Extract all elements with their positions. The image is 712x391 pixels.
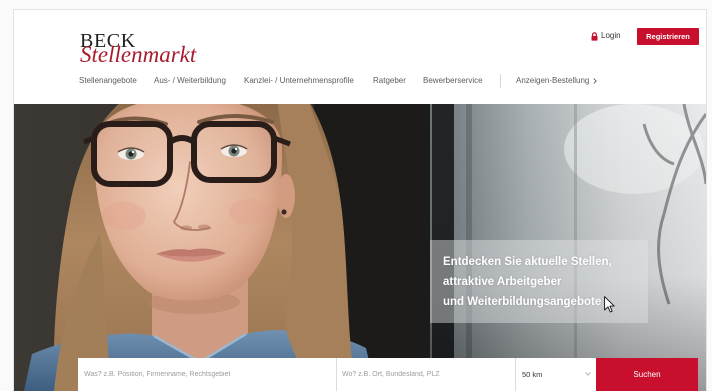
chevron-right-icon (593, 78, 598, 84)
mouse-pointer-icon (604, 296, 615, 313)
nav-item-anzeigen-bestellung-label: Anzeigen-Bestellung (516, 76, 590, 85)
nav-item-stellenangebote[interactable]: Stellenangebote (79, 75, 137, 87)
register-button[interactable]: Registrieren (637, 28, 699, 45)
nav-item-anzeigen-bestellung[interactable]: Anzeigen-Bestellung (516, 75, 598, 87)
login-link[interactable]: Login (591, 30, 621, 42)
logo[interactable]: BECK Stellenmarkt (80, 31, 220, 79)
search-submit-button[interactable]: Suchen (596, 358, 698, 391)
lock-icon (591, 31, 598, 41)
hero-tagline: Entdecken Sie aktuelle Stellen, attrakti… (430, 240, 648, 323)
radius-select[interactable]: 50 km (516, 358, 596, 391)
nav-item-aus-weiterbildung[interactable]: Aus- / Weiterbildung (154, 75, 226, 87)
nav-divider (500, 74, 501, 88)
search-where-input[interactable] (337, 358, 516, 391)
chevron-down-icon (585, 372, 591, 376)
search-what-input[interactable] (78, 358, 337, 391)
tagline-line: und Weiterbildungsangebote (443, 296, 602, 308)
tagline-line: attraktive Arbeitgeber (443, 276, 562, 288)
nav-item-bewerberservice[interactable]: Bewerberservice (423, 75, 483, 87)
radius-value: 50 km (522, 370, 543, 379)
earring (281, 209, 287, 215)
nav-item-kanzlei-unternehmensprofile[interactable]: Kanzlei- / Unternehmensprofile (244, 75, 354, 87)
login-label: Login (601, 31, 621, 40)
nav-item-ratgeber[interactable]: Ratgeber (373, 75, 406, 87)
site-header: BECK Stellenmarkt Login Registrieren Ste… (14, 10, 706, 104)
tagline-line: Entdecken Sie aktuelle Stellen, (443, 256, 612, 268)
job-search-form: 50 km Suchen (78, 358, 698, 391)
page: BECK Stellenmarkt Login Registrieren Ste… (14, 10, 706, 391)
hero: Entdecken Sie aktuelle Stellen, attrakti… (14, 104, 706, 391)
logo-stellenmarkt: Stellenmarkt (80, 42, 197, 67)
